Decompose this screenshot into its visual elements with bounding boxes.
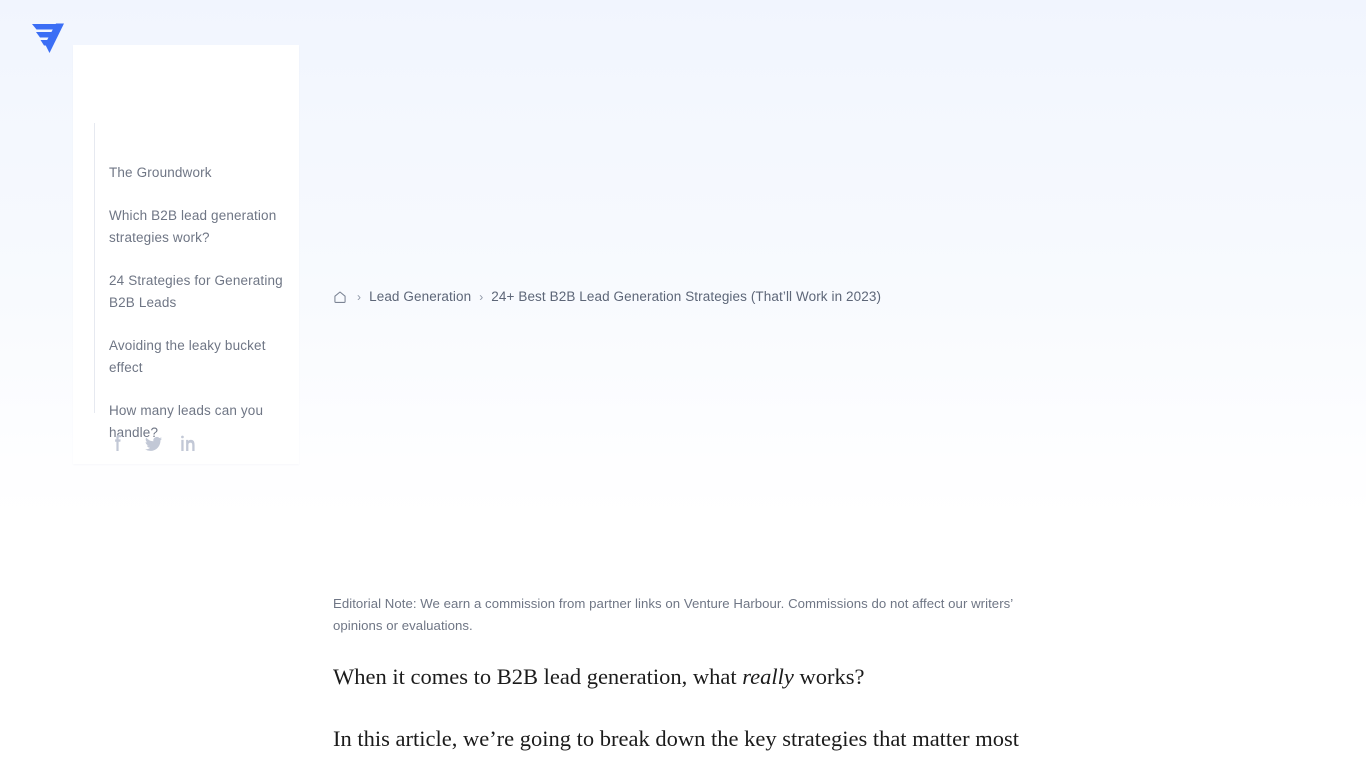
facebook-icon[interactable] bbox=[109, 433, 127, 453]
linkedin-icon[interactable] bbox=[179, 433, 197, 453]
paragraph-1-text-after: works? bbox=[793, 664, 865, 689]
paragraph-1-text-before: When it comes to B2B lead generation, wh… bbox=[333, 664, 743, 689]
sidebar-item-24-strategies[interactable]: 24 Strategies for Generating B2B Leads bbox=[109, 270, 293, 315]
article-paragraph-1: When it comes to B2B lead generation, wh… bbox=[333, 657, 1039, 696]
paragraph-1-emphasis: really bbox=[742, 664, 794, 689]
breadcrumb-separator-2: › bbox=[479, 290, 484, 304]
venture-harbour-logo-icon[interactable] bbox=[28, 18, 68, 58]
toc-divider-rule bbox=[94, 123, 95, 413]
breadcrumb: › Lead Generation › 24+ Best B2B Lead Ge… bbox=[333, 287, 881, 307]
editorial-note: Editorial Note: We earn a commission fro… bbox=[333, 596, 1013, 633]
breadcrumb-separator-1: › bbox=[357, 290, 362, 304]
social-share-row bbox=[109, 433, 197, 453]
sidebar-item-the-groundwork[interactable]: The Groundwork bbox=[109, 162, 293, 185]
page-background: The Groundwork Which B2B lead generation… bbox=[0, 0, 1366, 768]
home-icon[interactable] bbox=[333, 290, 347, 304]
breadcrumb-item-current: 24+ Best B2B Lead Generation Strategies … bbox=[491, 289, 882, 304]
table-of-contents-nav: The Groundwork Which B2B lead generation… bbox=[109, 162, 293, 445]
sidebar-item-which-strategies-work[interactable]: Which B2B lead generation strategies wor… bbox=[109, 205, 293, 250]
article-paragraph-2: In this article, we’re going to break do… bbox=[333, 726, 1020, 768]
sidebar-card: The Groundwork Which B2B lead generation… bbox=[73, 45, 299, 464]
twitter-icon[interactable] bbox=[144, 433, 163, 453]
main-content: › Lead Generation › 24+ Best B2B Lead Ge… bbox=[333, 0, 1053, 768]
sidebar-item-leaky-bucket[interactable]: Avoiding the leaky bucket effect bbox=[109, 335, 293, 380]
breadcrumb-item-lead-generation[interactable]: Lead Generation bbox=[369, 287, 471, 307]
